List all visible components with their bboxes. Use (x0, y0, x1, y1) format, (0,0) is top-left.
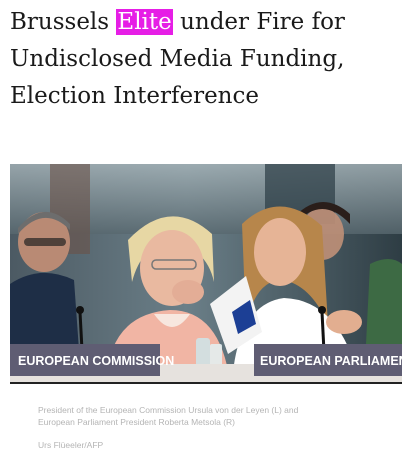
photo-divider (10, 382, 402, 384)
headline-line1-start: Brussels (10, 9, 117, 35)
highlighted-word: Elite (116, 9, 173, 35)
headline-line3: Election Interference (10, 83, 259, 109)
article-headline: Brussels Elite under Fire for Undisclose… (10, 4, 406, 115)
photo-credit: Urs Flüeeler/AFP (38, 440, 104, 450)
headline-line1-end: under Fire for (172, 9, 345, 35)
headline-line2: Undisclosed Media Funding, (10, 46, 345, 72)
photo-caption: President of the European Commission Urs… (38, 405, 378, 428)
sign-left-text: EUROPEAN COMMISSION (18, 354, 174, 368)
article-photo: EUROPEAN COMMISSION EUROPEAN PARLIAMENT (10, 164, 402, 382)
caption-line2: European Parliament President Roberta Me… (38, 416, 236, 427)
sign-right-text: EUROPEAN PARLIAMENT (260, 354, 402, 368)
caption-line1: President of the European Commission Urs… (38, 405, 299, 415)
